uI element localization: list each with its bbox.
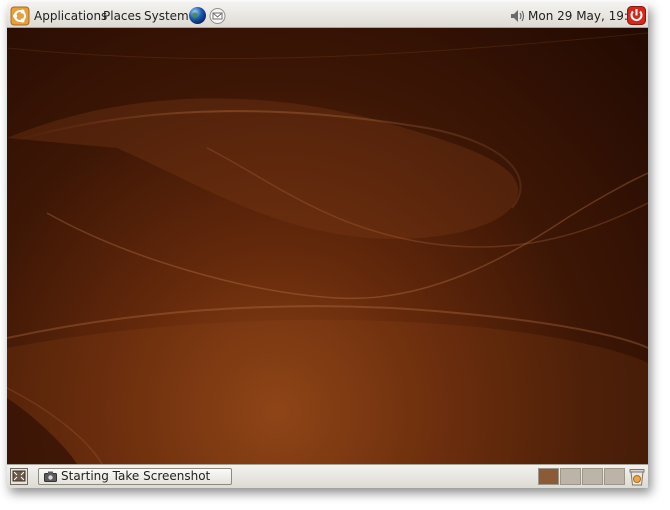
workspace-1[interactable] [538,468,559,485]
mail-icon[interactable] [208,7,227,25]
system-menu[interactable]: System [144,8,189,24]
bottom-panel: Starting Take Screenshot [7,464,648,488]
task-label: Starting Take Screenshot [61,469,211,483]
task-button-take-screenshot[interactable]: Starting Take Screenshot [38,468,232,485]
clock[interactable]: Mon 29 May, 19:20 [528,8,643,24]
globe-icon[interactable] [188,6,207,25]
desktop-wallpaper[interactable] [7,28,648,464]
applications-menu[interactable]: Applications [34,8,107,24]
show-desktop-icon[interactable] [10,468,28,485]
camera-icon [44,471,57,482]
top-panel: Applications Places System Mon 29 May, 1… [7,4,648,28]
trash-icon[interactable] [628,467,646,486]
workspace-4[interactable] [604,468,625,485]
speaker-icon[interactable] [510,9,526,23]
ubuntu-logo-icon[interactable] [10,6,30,26]
power-icon[interactable] [627,6,646,25]
places-menu[interactable]: Places [103,8,141,24]
workspace-3[interactable] [582,468,603,485]
screen-frame: Applications Places System Mon 29 May, 1… [7,4,648,488]
workspace-2[interactable] [560,468,581,485]
